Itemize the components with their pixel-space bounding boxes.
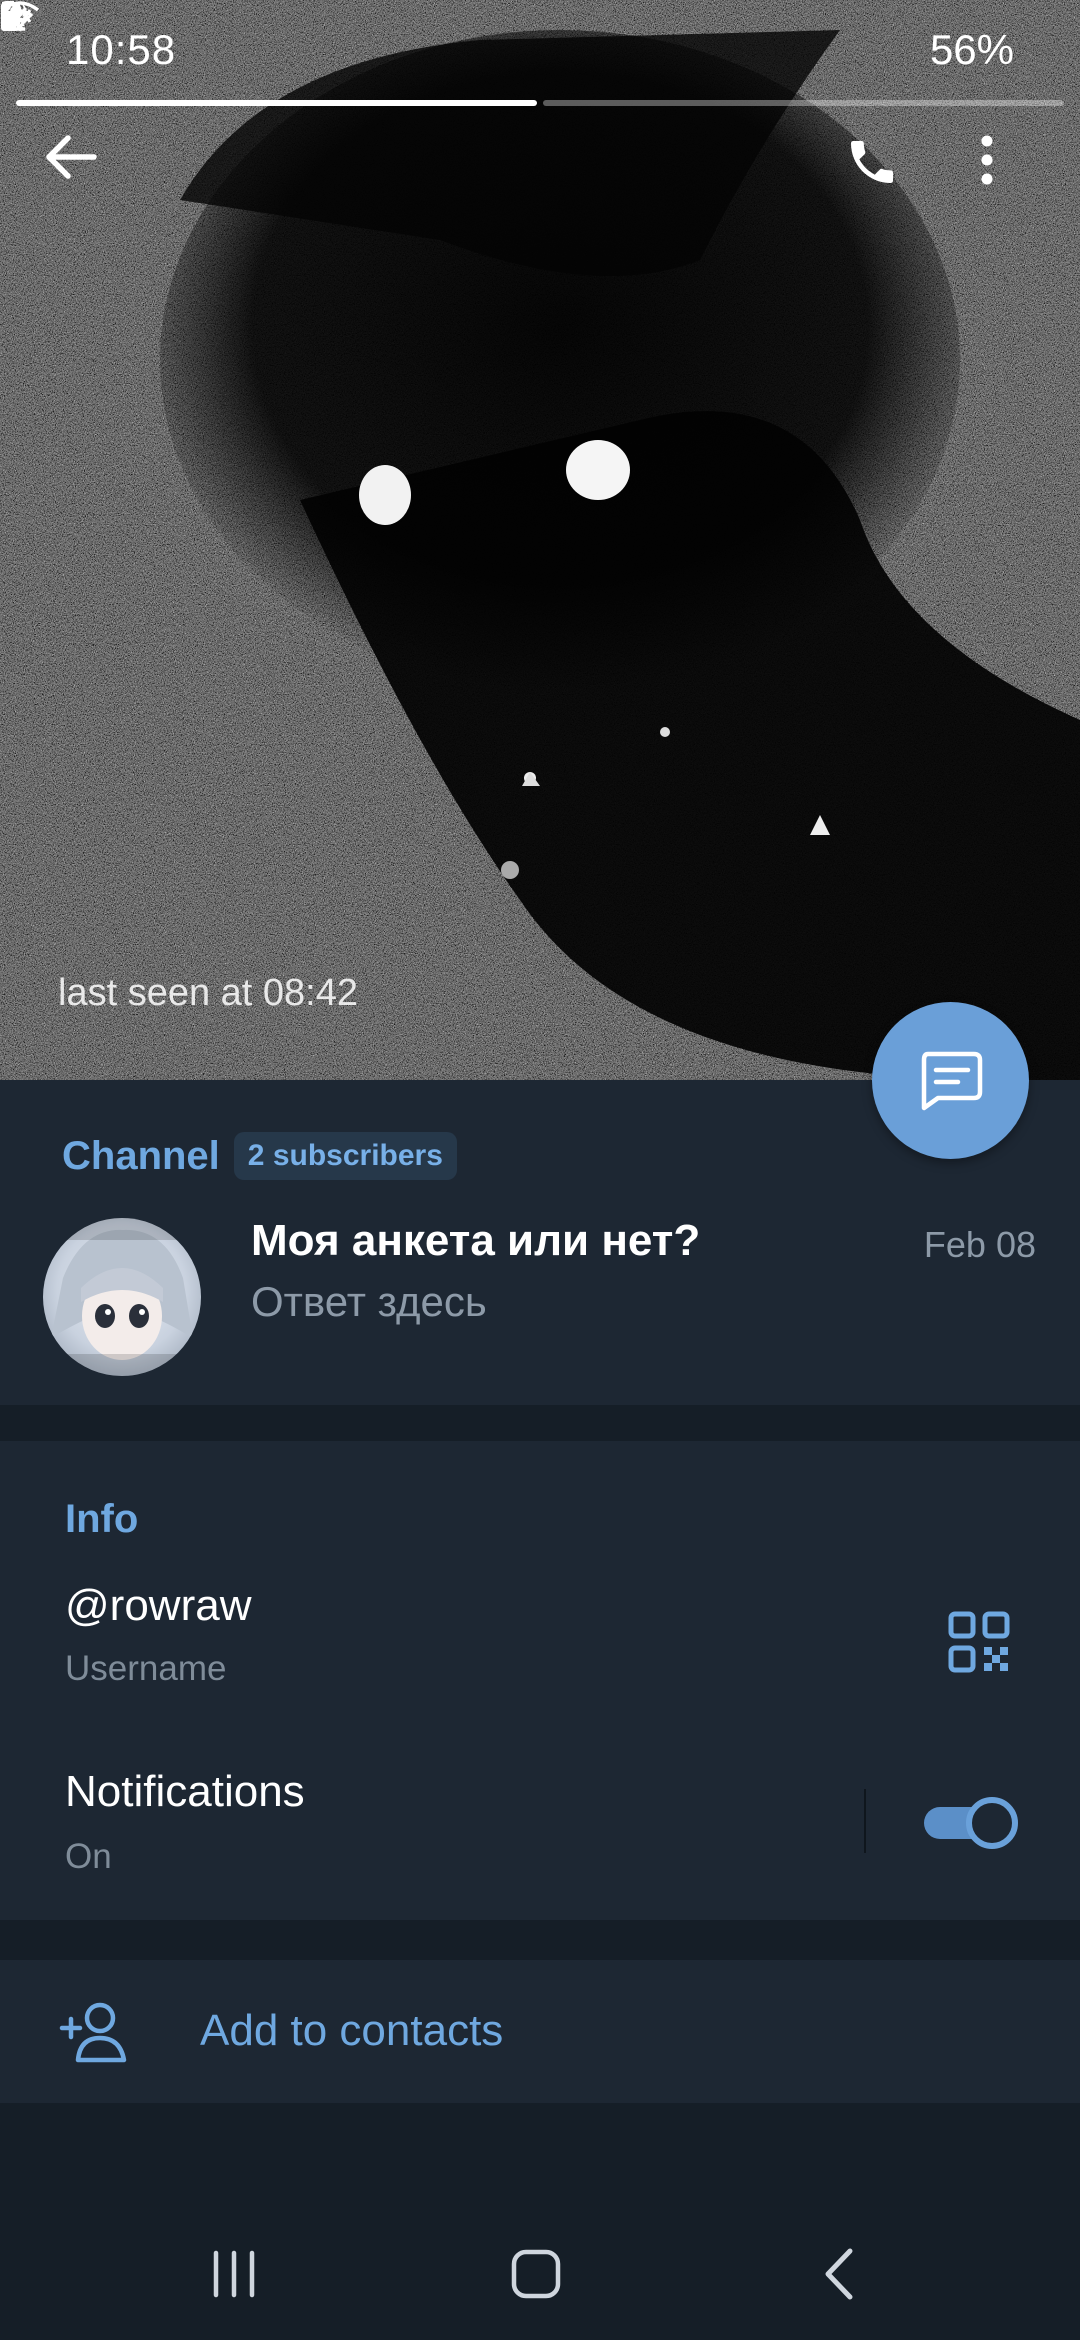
back-arrow-icon: [46, 135, 97, 179]
story-progress: [16, 100, 1064, 106]
section-divider: [0, 1405, 1080, 1441]
status-time: 10:58: [66, 26, 177, 73]
system-back-button[interactable]: [778, 2214, 898, 2334]
battery-percent: 56%: [929, 26, 1014, 73]
recent-apps-button[interactable]: [174, 2214, 294, 2334]
notifications-label: Notifications: [65, 1767, 305, 1816]
username-value: @rowraw: [65, 1581, 252, 1630]
channel-title: Channel: [62, 1133, 220, 1178]
system-navigation-bar: [0, 2200, 1080, 2340]
call-button[interactable]: [844, 134, 914, 204]
info-section: Info @rowraw Username Notifications On: [0, 1441, 1080, 1920]
phone-icon: [851, 141, 893, 183]
channel-header: Channel 2 subscribers: [62, 1132, 457, 1180]
qr-code-button[interactable]: [948, 1611, 1010, 1673]
qr-code-icon: [948, 1611, 1010, 1673]
add-to-contacts-row[interactable]: Add to contacts: [0, 1960, 1080, 2103]
channel-avatar-image: [43, 1218, 201, 1376]
notifications-toggle[interactable]: [920, 1795, 1020, 1851]
post-subtitle: Ответ здесь: [251, 1278, 487, 1325]
toggle-knob: [966, 1797, 1018, 1849]
add-user-icon: [59, 2002, 127, 2063]
home-icon: [511, 2249, 561, 2299]
home-button[interactable]: [476, 2214, 596, 2334]
battery-icon: [1, 1, 19, 31]
message-fab-button[interactable]: [872, 1002, 1029, 1159]
add-to-contacts-label: Add to contacts: [200, 2006, 504, 2055]
story-segment-2: [543, 100, 1064, 106]
post-title: Моя анкета или нет?: [251, 1216, 701, 1265]
notifications-separator: [864, 1789, 866, 1853]
back-button[interactable]: [44, 134, 114, 204]
more-menu-button[interactable]: [980, 134, 1040, 204]
username-label: Username: [65, 1649, 227, 1688]
profile-photo-image: [0, 0, 1080, 1080]
more-vertical-icon: [981, 135, 993, 185]
post-date: Feb 08: [923, 1224, 1036, 1265]
notifications-value: On: [65, 1837, 112, 1876]
recent-apps-icon: [213, 2250, 255, 2298]
last-seen-status: last seen at 08:42: [58, 972, 358, 1014]
status-bar: 10:58 Vo)) 56%: [0, 0, 1080, 100]
message-icon: [921, 1051, 982, 1110]
section-divider: [0, 1920, 1080, 1960]
info-title: Info: [65, 1497, 139, 1541]
chevron-left-icon: [825, 2248, 853, 2300]
story-segment-1: [16, 100, 537, 106]
profile-photo[interactable]: 10:58 Vo)) 56% last seen at 08:42: [0, 0, 1080, 1080]
channel-avatar: [43, 1218, 201, 1376]
subscribers-badge: 2 subscribers: [233, 1132, 457, 1180]
